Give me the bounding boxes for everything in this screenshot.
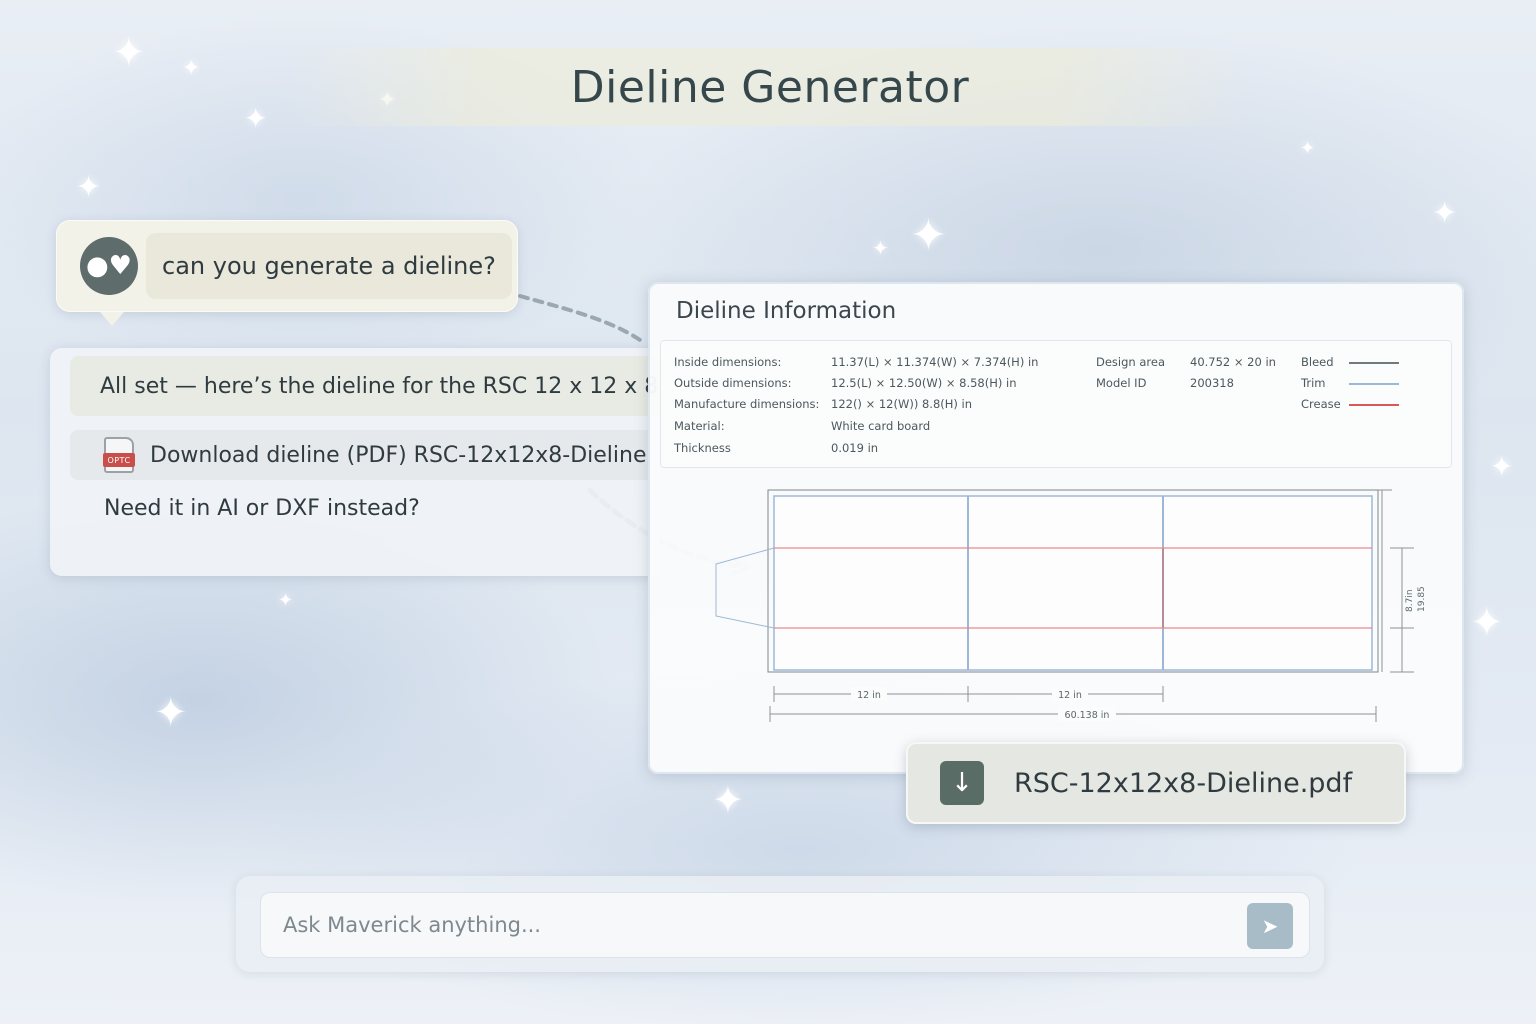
pdf-file-icon: OPTC [103, 437, 135, 473]
dieline-info-panel: Dieline Information Inside dimensions: 1… [648, 282, 1464, 774]
assistant-message-bubble: All set — here’s the dieline for the RSC… [50, 348, 660, 576]
user-avatar-icon: ●♥ [80, 237, 138, 295]
download-arrow-icon: ↓ [940, 761, 984, 805]
download-label: Download dieline (PDF) RSC-12x12x8-Dieli… [150, 442, 647, 468]
dim-label-height-1: 8.7in [1405, 589, 1415, 612]
assistant-intro-text: All set — here’s the dieline for the RSC… [70, 356, 660, 416]
file-chip-filename: RSC-12x12x8-Dieline.pdf [1014, 767, 1353, 799]
send-button[interactable]: ➤ [1247, 903, 1293, 949]
file-download-chip[interactable]: ↓ RSC-12x12x8-Dieline.pdf [906, 742, 1406, 824]
assistant-followup-text: Need it in AI or DXF instead? [104, 496, 420, 521]
dim-label-total-width: 60.138 in [1065, 710, 1110, 721]
user-message-bubble: ●♥ can you generate a dieline? [56, 220, 518, 326]
composer: Ask Maverick anything... ➤ [236, 876, 1324, 972]
pdf-tag: OPTC [103, 453, 135, 467]
dim-label-height-2: 19.85 [1417, 586, 1427, 612]
dim-label-panel-1: 12 in [857, 690, 881, 701]
download-dieline-link[interactable]: OPTC Download dieline (PDF) RSC-12x12x8-… [70, 430, 660, 480]
dim-label-panel-2: 12 in [1058, 690, 1082, 701]
user-message-text: can you generate a dieline? [146, 233, 512, 299]
dieline-drawing: 12 in 12 in 60.138 in 8.7in 19.85 [715, 489, 1427, 722]
chat-input-placeholder: Ask Maverick anything... [283, 913, 541, 937]
send-icon: ➤ [1261, 914, 1279, 938]
chat-input[interactable]: Ask Maverick anything... ➤ [260, 892, 1310, 958]
